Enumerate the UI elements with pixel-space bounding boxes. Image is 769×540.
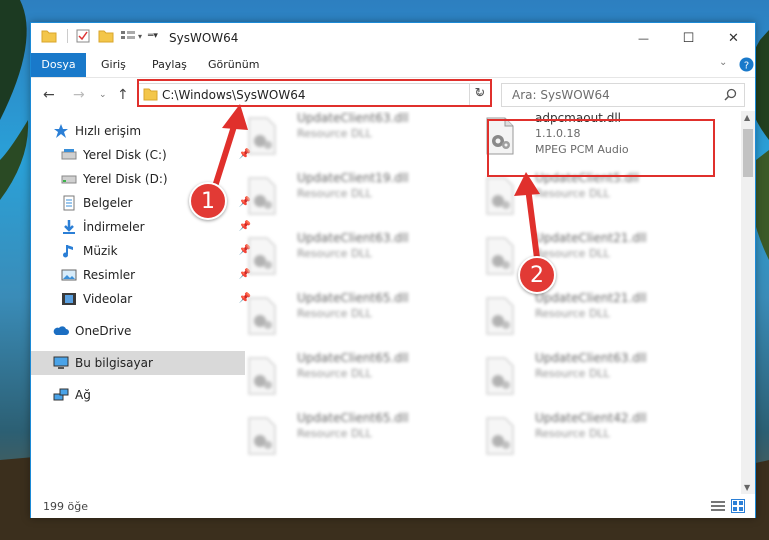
callout-arrows (209, 104, 540, 261)
callout-badge-2: 2 (518, 256, 556, 294)
callout-badge-1: 1 (189, 182, 227, 220)
